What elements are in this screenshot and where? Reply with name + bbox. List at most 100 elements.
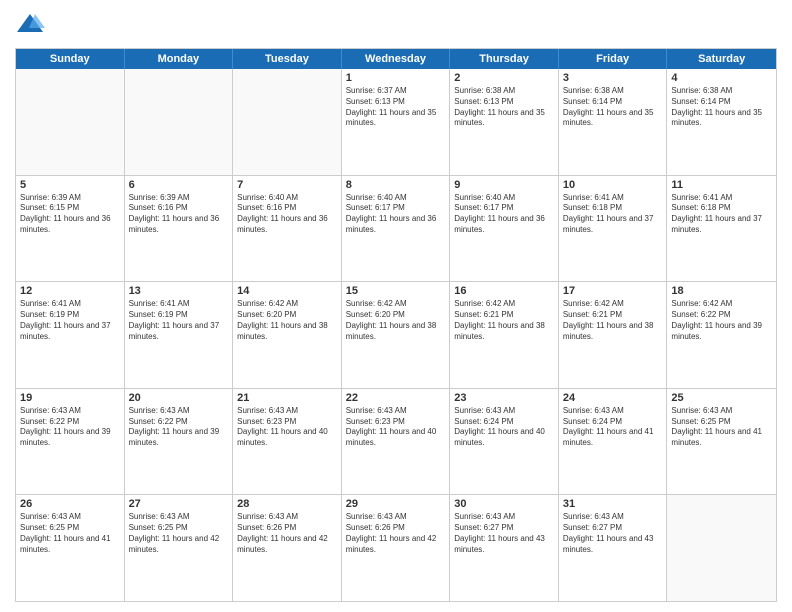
day-number: 17 — [563, 285, 663, 297]
cell-info: Sunrise: 6:38 AM Sunset: 6:13 PM Dayligh… — [454, 86, 554, 129]
cell-info: Sunrise: 6:43 AM Sunset: 6:24 PM Dayligh… — [454, 406, 554, 449]
cell-info: Sunrise: 6:43 AM Sunset: 6:24 PM Dayligh… — [563, 406, 663, 449]
calendar-cell-day-25: 25 Sunrise: 6:43 AM Sunset: 6:25 PM Dayli… — [667, 389, 776, 495]
calendar-cell-day-15: 15 Sunrise: 6:42 AM Sunset: 6:20 PM Dayli… — [342, 282, 451, 388]
calendar-cell-day-23: 23 Sunrise: 6:43 AM Sunset: 6:24 PM Dayli… — [450, 389, 559, 495]
calendar-cell-day-8: 8Sunrise: 6:40 AM Sunset: 6:17 PM Daylig… — [342, 176, 451, 282]
cell-info: Sunrise: 6:42 AM Sunset: 6:20 PM Dayligh… — [237, 299, 337, 342]
day-number: 5 — [20, 179, 120, 191]
cell-info: Sunrise: 6:43 AM Sunset: 6:22 PM Dayligh… — [20, 406, 120, 449]
header-day-monday: Monday — [125, 49, 234, 69]
calendar-cell-day-9: 9Sunrise: 6:40 AM Sunset: 6:17 PM Daylig… — [450, 176, 559, 282]
cell-info: Sunrise: 6:42 AM Sunset: 6:20 PM Dayligh… — [346, 299, 446, 342]
day-number: 26 — [20, 498, 120, 510]
calendar-cell-day-4: 4 Sunrise: 6:38 AM Sunset: 6:14 PM Daylig… — [667, 69, 776, 175]
day-number: 29 — [346, 498, 446, 510]
calendar: SundayMondayTuesdayWednesdayThursdayFrid… — [15, 48, 777, 602]
cell-info: Sunrise: 6:37 AM Sunset: 6:13 PM Dayligh… — [346, 86, 446, 129]
calendar-cell-day-29: 29 Sunrise: 6:43 AM Sunset: 6:26 PM Dayli… — [342, 495, 451, 601]
calendar-cell-day-17: 17 Sunrise: 6:42 AM Sunset: 6:21 PM Dayli… — [559, 282, 668, 388]
calendar-cell-day-19: 19 Sunrise: 6:43 AM Sunset: 6:22 PM Dayli… — [16, 389, 125, 495]
calendar-cell-day-26: 26 Sunrise: 6:43 AM Sunset: 6:25 PM Dayli… — [16, 495, 125, 601]
day-number: 19 — [20, 392, 120, 404]
header — [15, 10, 777, 40]
day-number: 10 — [563, 179, 663, 191]
cell-info: Sunrise: 6:43 AM Sunset: 6:25 PM Dayligh… — [671, 406, 772, 449]
calendar-cell-day-30: 30 Sunrise: 6:43 AM Sunset: 6:27 PM Dayli… — [450, 495, 559, 601]
calendar-cell-day-28: 28 Sunrise: 6:43 AM Sunset: 6:26 PM Dayli… — [233, 495, 342, 601]
header-day-thursday: Thursday — [450, 49, 559, 69]
cell-info: Sunrise: 6:43 AM Sunset: 6:25 PM Dayligh… — [129, 512, 229, 555]
day-number: 1 — [346, 72, 446, 84]
cell-info: Sunrise: 6:42 AM Sunset: 6:22 PM Dayligh… — [671, 299, 772, 342]
calendar-cell-day-7: 7 Sunrise: 6:40 AM Sunset: 6:16 PM Daylig… — [233, 176, 342, 282]
calendar-cell-empty — [16, 69, 125, 175]
day-number: 14 — [237, 285, 337, 297]
calendar-row-2: 5 Sunrise: 6:39 AM Sunset: 6:15 PM Daylig… — [16, 176, 776, 283]
cell-info: Sunrise: 6:38 AM Sunset: 6:14 PM Dayligh… — [671, 86, 772, 129]
header-day-friday: Friday — [559, 49, 668, 69]
day-number: 28 — [237, 498, 337, 510]
cell-info: Sunrise: 6:39 AM Sunset: 6:15 PM Dayligh… — [20, 193, 120, 236]
calendar-row-4: 19 Sunrise: 6:43 AM Sunset: 6:22 PM Dayli… — [16, 389, 776, 496]
calendar-cell-day-10: 10 Sunrise: 6:41 AM Sunset: 6:18 PM Dayli… — [559, 176, 668, 282]
cell-info: Sunrise: 6:43 AM Sunset: 6:26 PM Dayligh… — [346, 512, 446, 555]
calendar-cell-day-12: 12Sunrise: 6:41 AM Sunset: 6:19 PM Dayli… — [16, 282, 125, 388]
cell-info: Sunrise: 6:43 AM Sunset: 6:25 PM Dayligh… — [20, 512, 120, 555]
calendar-cell-day-20: 20 Sunrise: 6:43 AM Sunset: 6:22 PM Dayli… — [125, 389, 234, 495]
calendar-cell-day-31: 31Sunrise: 6:43 AM Sunset: 6:27 PM Dayli… — [559, 495, 668, 601]
calendar-cell-day-21: 21 Sunrise: 6:43 AM Sunset: 6:23 PM Dayli… — [233, 389, 342, 495]
calendar-body: 1 Sunrise: 6:37 AM Sunset: 6:13 PM Daylig… — [16, 69, 776, 601]
day-number: 4 — [671, 72, 772, 84]
day-number: 13 — [129, 285, 229, 297]
calendar-cell-day-24: 24Sunrise: 6:43 AM Sunset: 6:24 PM Dayli… — [559, 389, 668, 495]
cell-info: Sunrise: 6:42 AM Sunset: 6:21 PM Dayligh… — [454, 299, 554, 342]
page: SundayMondayTuesdayWednesdayThursdayFrid… — [0, 0, 792, 612]
day-number: 21 — [237, 392, 337, 404]
calendar-row-1: 1 Sunrise: 6:37 AM Sunset: 6:13 PM Daylig… — [16, 69, 776, 176]
cell-info: Sunrise: 6:39 AM Sunset: 6:16 PM Dayligh… — [129, 193, 229, 236]
day-number: 9 — [454, 179, 554, 191]
day-number: 23 — [454, 392, 554, 404]
cell-info: Sunrise: 6:43 AM Sunset: 6:23 PM Dayligh… — [237, 406, 337, 449]
day-number: 7 — [237, 179, 337, 191]
cell-info: Sunrise: 6:43 AM Sunset: 6:22 PM Dayligh… — [129, 406, 229, 449]
calendar-cell-empty — [125, 69, 234, 175]
calendar-cell-day-18: 18 Sunrise: 6:42 AM Sunset: 6:22 PM Dayli… — [667, 282, 776, 388]
calendar-cell-day-11: 11 Sunrise: 6:41 AM Sunset: 6:18 PM Dayli… — [667, 176, 776, 282]
calendar-cell-day-13: 13 Sunrise: 6:41 AM Sunset: 6:19 PM Dayli… — [125, 282, 234, 388]
calendar-cell-empty — [667, 495, 776, 601]
cell-info: Sunrise: 6:40 AM Sunset: 6:17 PM Dayligh… — [346, 193, 446, 236]
calendar-cell-day-5: 5 Sunrise: 6:39 AM Sunset: 6:15 PM Daylig… — [16, 176, 125, 282]
cell-info: Sunrise: 6:43 AM Sunset: 6:27 PM Dayligh… — [454, 512, 554, 555]
day-number: 3 — [563, 72, 663, 84]
calendar-cell-day-16: 16 Sunrise: 6:42 AM Sunset: 6:21 PM Dayli… — [450, 282, 559, 388]
day-number: 31 — [563, 498, 663, 510]
day-number: 15 — [346, 285, 446, 297]
calendar-cell-day-1: 1 Sunrise: 6:37 AM Sunset: 6:13 PM Daylig… — [342, 69, 451, 175]
day-number: 12 — [20, 285, 120, 297]
day-number: 16 — [454, 285, 554, 297]
logo — [15, 10, 49, 40]
day-number: 18 — [671, 285, 772, 297]
calendar-header: SundayMondayTuesdayWednesdayThursdayFrid… — [16, 49, 776, 69]
cell-info: Sunrise: 6:43 AM Sunset: 6:23 PM Dayligh… — [346, 406, 446, 449]
calendar-cell-day-14: 14 Sunrise: 6:42 AM Sunset: 6:20 PM Dayli… — [233, 282, 342, 388]
cell-info: Sunrise: 6:41 AM Sunset: 6:18 PM Dayligh… — [671, 193, 772, 236]
day-number: 30 — [454, 498, 554, 510]
calendar-cell-day-3: 3 Sunrise: 6:38 AM Sunset: 6:14 PM Daylig… — [559, 69, 668, 175]
cell-info: Sunrise: 6:38 AM Sunset: 6:14 PM Dayligh… — [563, 86, 663, 129]
header-day-tuesday: Tuesday — [233, 49, 342, 69]
logo-icon — [15, 10, 45, 40]
cell-info: Sunrise: 6:40 AM Sunset: 6:16 PM Dayligh… — [237, 193, 337, 236]
day-number: 2 — [454, 72, 554, 84]
calendar-cell-day-27: 27Sunrise: 6:43 AM Sunset: 6:25 PM Dayli… — [125, 495, 234, 601]
day-number: 25 — [671, 392, 772, 404]
cell-info: Sunrise: 6:41 AM Sunset: 6:19 PM Dayligh… — [129, 299, 229, 342]
cell-info: Sunrise: 6:41 AM Sunset: 6:18 PM Dayligh… — [563, 193, 663, 236]
cell-info: Sunrise: 6:42 AM Sunset: 6:21 PM Dayligh… — [563, 299, 663, 342]
day-number: 11 — [671, 179, 772, 191]
header-day-sunday: Sunday — [16, 49, 125, 69]
day-number: 20 — [129, 392, 229, 404]
cell-info: Sunrise: 6:43 AM Sunset: 6:26 PM Dayligh… — [237, 512, 337, 555]
